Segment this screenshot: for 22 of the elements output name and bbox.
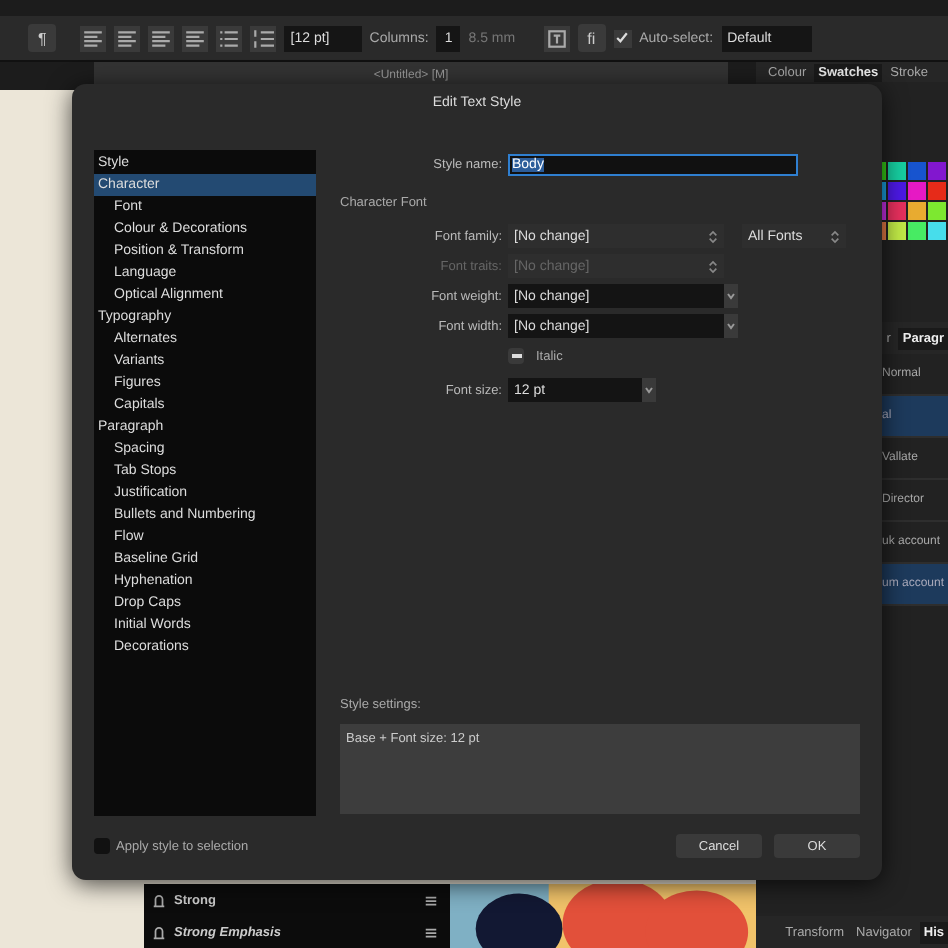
- up-down-icon: [708, 229, 718, 243]
- numbered-list-icon[interactable]: [250, 25, 277, 51]
- style-icon: [152, 925, 166, 939]
- up-down-icon: [830, 229, 840, 243]
- menu-icon[interactable]: [424, 925, 438, 939]
- chevron-down-icon[interactable]: [724, 314, 738, 338]
- align-icon[interactable]: [80, 25, 107, 51]
- text-frame-icon[interactable]: [543, 25, 570, 51]
- italic-checkbox[interactable]: [508, 348, 524, 364]
- style-icon: [152, 893, 166, 907]
- up-down-icon: [708, 259, 718, 273]
- align-icon[interactable]: [148, 25, 175, 51]
- ligature-button[interactable]: fi: [577, 24, 606, 52]
- align-icon[interactable]: [182, 25, 209, 51]
- apply-checkbox[interactable]: [94, 838, 110, 854]
- menu-icon[interactable]: [424, 893, 438, 907]
- chevron-down-icon[interactable]: [724, 284, 738, 308]
- paragraph-button[interactable]: ¶: [28, 24, 57, 52]
- chevron-down-icon[interactable]: [642, 378, 656, 402]
- auto-select-checkbox[interactable]: [613, 29, 632, 47]
- align-icon[interactable]: [114, 25, 141, 51]
- list-icon[interactable]: [216, 25, 243, 51]
